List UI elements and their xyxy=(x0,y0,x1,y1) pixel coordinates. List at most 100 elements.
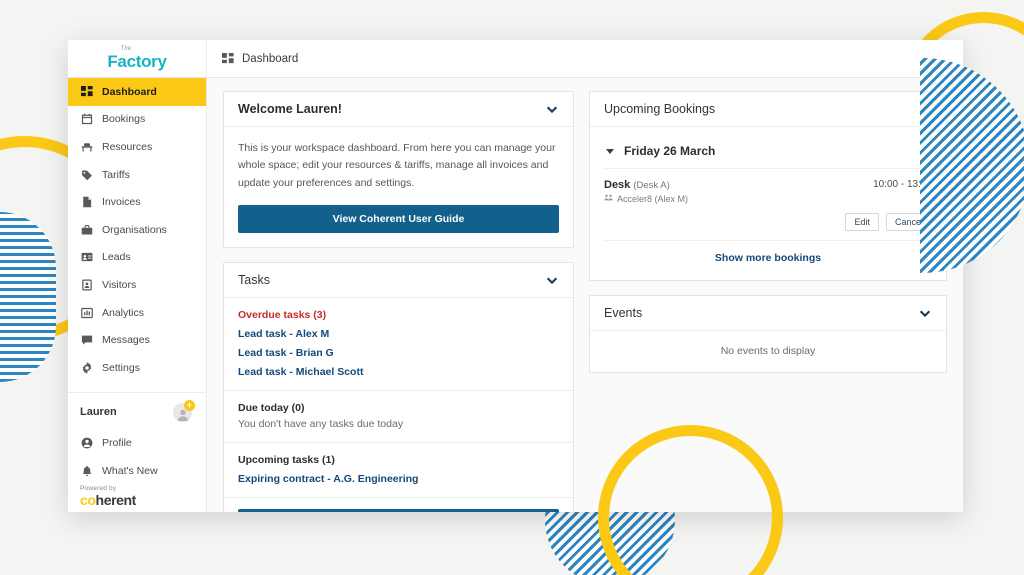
chevron-down-icon[interactable] xyxy=(918,102,932,116)
task-group-heading: Overdue tasks (3) xyxy=(238,308,327,321)
booking-name: Desk xyxy=(604,179,631,191)
bookings-card-body: Friday 26 March Desk (Desk A) Acceler8 (… xyxy=(590,127,946,280)
task-link[interactable]: Expiring contract - A.G. Engineering xyxy=(238,473,559,485)
coherent-logo-herent: herent xyxy=(95,492,137,508)
task-link[interactable]: Lead task - Alex M xyxy=(238,328,559,340)
powered-by: Powered by coherent xyxy=(68,485,206,512)
sidebar-item-whats-new[interactable]: What's New xyxy=(68,457,206,485)
right-column: Upcoming Bookings Friday 26 March Desk (… xyxy=(589,91,947,512)
sidebar-item-label: Profile xyxy=(102,437,132,450)
sidebar-item-tariffs[interactable]: Tariffs xyxy=(68,161,206,189)
welcome-card-body: This is your workspace dashboard. From h… xyxy=(224,127,573,247)
sidebar-item-bookings[interactable]: Bookings xyxy=(68,106,206,134)
welcome-card-header[interactable]: Welcome Lauren! xyxy=(224,92,573,127)
bell-icon xyxy=(80,465,93,478)
chevron-down-icon[interactable] xyxy=(545,273,559,287)
sidebar-item-label: Invoices xyxy=(102,196,141,209)
sidebar-user-name: Lauren xyxy=(80,406,117,419)
tasks-footer-button[interactable] xyxy=(238,508,559,512)
edit-booking-button[interactable]: Edit xyxy=(845,213,879,231)
booking-row: Desk (Desk A) Acceler8 (Alex M) 10:00 - … xyxy=(604,168,932,240)
coherent-logo: coherent xyxy=(80,492,206,508)
task-group-heading: Upcoming tasks (1) xyxy=(238,453,335,466)
document-icon xyxy=(80,196,93,209)
sidebar-item-label: Organisations xyxy=(102,223,167,236)
sidebar-item-label: What's New xyxy=(102,465,158,478)
breadcrumb-label: Dashboard xyxy=(242,52,299,65)
calendar-icon xyxy=(80,113,93,126)
tasks-card-title: Tasks xyxy=(238,272,270,287)
screen: The Factory Dashboard Dashboard Bookings… xyxy=(0,0,1024,575)
id-badge-icon xyxy=(80,279,93,292)
logo[interactable]: The Factory xyxy=(68,40,207,77)
task-group-upcoming: Upcoming tasks (1) Expiring contract - A… xyxy=(224,443,573,498)
upcoming-bookings-card: Upcoming Bookings Friday 26 March Desk (… xyxy=(589,91,947,281)
sidebar-item-label: Messages xyxy=(102,334,150,347)
booking-time: 10:00 - 13:00 xyxy=(873,179,932,190)
sidebar-item-dashboard[interactable]: Dashboard xyxy=(68,78,206,106)
sidebar-item-leads[interactable]: Leads xyxy=(68,244,206,272)
desk-icon xyxy=(80,141,93,154)
logo-main-text: Factory xyxy=(107,52,167,71)
tasks-card-header[interactable]: Tasks xyxy=(224,263,573,298)
tasks-card: Tasks Overdue tasks (3) Lead task - Alex… xyxy=(223,261,574,512)
powered-by-label: Powered by xyxy=(80,485,117,492)
bookings-card-header[interactable]: Upcoming Bookings xyxy=(590,92,946,127)
booking-day-label: Friday 26 March xyxy=(624,144,716,158)
sidebar-item-messages[interactable]: Messages xyxy=(68,326,206,354)
decorative-striped-shape-left xyxy=(0,212,56,382)
main-content: Welcome Lauren! This is your workspace d… xyxy=(207,78,963,512)
booking-org: Acceler8 (Alex M) xyxy=(617,193,689,204)
sidebar-item-settings[interactable]: Settings xyxy=(68,354,206,382)
events-card-title: Events xyxy=(604,306,643,320)
top-bar: The Factory Dashboard xyxy=(68,40,963,78)
sidebar-item-label: Bookings xyxy=(102,113,146,126)
sidebar-item-label: Visitors xyxy=(102,279,137,292)
caret-down-icon[interactable] xyxy=(606,148,614,154)
left-column: Welcome Lauren! This is your workspace d… xyxy=(223,91,574,512)
sidebar-item-visitors[interactable]: Visitors xyxy=(68,271,206,299)
briefcase-icon xyxy=(80,223,93,236)
task-link[interactable]: Lead task - Brian G xyxy=(238,347,559,359)
events-empty-message: No events to display xyxy=(720,345,816,357)
booking-resource: (Desk A) xyxy=(633,180,670,191)
show-more-bookings-link[interactable]: Show more bookings xyxy=(604,240,932,266)
sidebar-item-invoices[interactable]: Invoices xyxy=(68,188,206,216)
sidebar-item-analytics[interactable]: Analytics xyxy=(68,299,206,327)
breadcrumb: Dashboard xyxy=(207,40,963,77)
task-group-heading: Due today (0) xyxy=(238,401,305,414)
sidebar-item-profile[interactable]: Profile xyxy=(68,430,206,458)
user-circle-icon xyxy=(80,437,93,450)
contact-card-icon xyxy=(80,251,93,264)
chevron-down-icon[interactable] xyxy=(545,102,559,116)
sidebar-item-label: Settings xyxy=(102,361,140,374)
sidebar-user-row[interactable]: Lauren + xyxy=(68,393,206,430)
welcome-card-text: This is your workspace dashboard. From h… xyxy=(238,142,556,189)
gear-icon xyxy=(80,361,93,374)
avatar-plus-badge: + xyxy=(184,399,195,411)
task-group-overdue: Overdue tasks (3) Lead task - Alex M Lea… xyxy=(224,298,573,391)
bookings-card-title: Upcoming Bookings xyxy=(604,102,716,116)
sidebar-item-label: Leads xyxy=(102,251,131,264)
welcome-card: Welcome Lauren! This is your workspace d… xyxy=(223,91,574,248)
sidebar-item-organisations[interactable]: Organisations xyxy=(68,216,206,244)
sidebar: Dashboard Bookings Resources Tariffs Inv xyxy=(68,78,207,512)
chevron-down-icon[interactable] xyxy=(918,306,932,320)
sidebar-item-resources[interactable]: Resources xyxy=(68,133,206,161)
bar-chart-icon xyxy=(80,306,93,319)
view-user-guide-button[interactable]: View Coherent User Guide xyxy=(238,204,559,233)
events-card: Events No events to display xyxy=(589,295,947,373)
task-link[interactable]: Lead task - Michael Scott xyxy=(238,366,559,378)
avatar[interactable]: + xyxy=(173,399,195,422)
events-card-header[interactable]: Events xyxy=(590,296,946,331)
booking-day-header[interactable]: Friday 26 March xyxy=(604,140,932,168)
app-window: The Factory Dashboard Dashboard Bookings… xyxy=(68,40,963,512)
sidebar-item-label: Dashboard xyxy=(102,85,157,98)
sidebar-item-label: Resources xyxy=(102,141,153,154)
welcome-card-title: Welcome Lauren! xyxy=(238,102,342,116)
people-icon xyxy=(604,193,613,204)
task-group-empty: You don't have any tasks due today xyxy=(238,417,404,430)
grid-icon xyxy=(221,52,234,65)
grid-icon xyxy=(80,85,93,98)
cancel-booking-button[interactable]: Cancel xyxy=(885,213,932,231)
